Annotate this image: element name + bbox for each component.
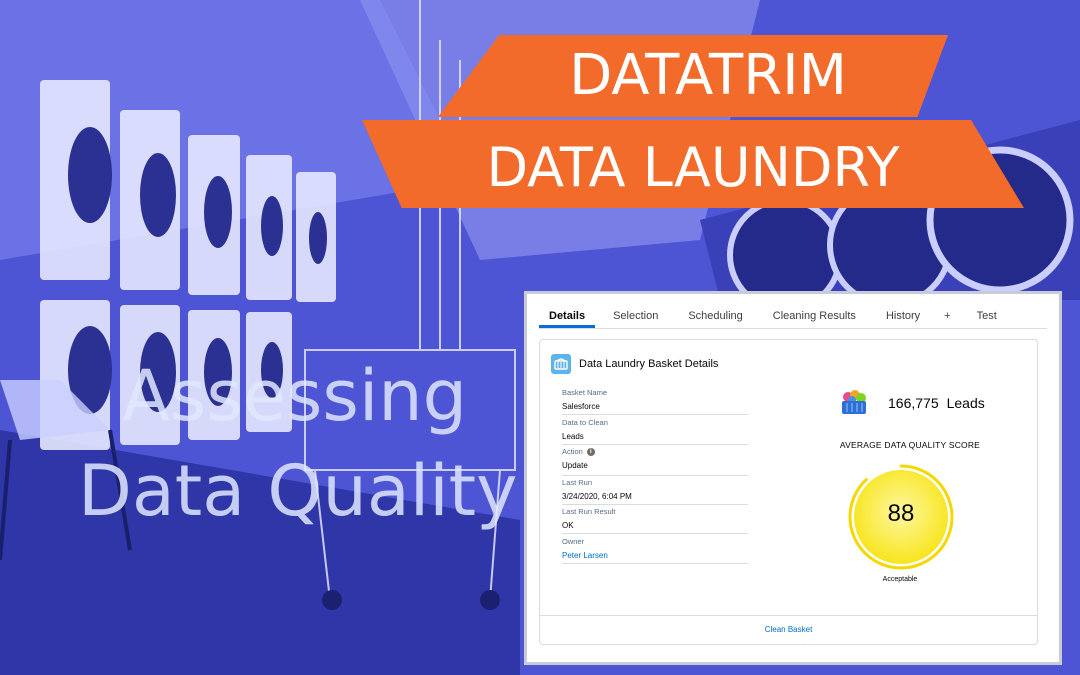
field-data-to-clean: Data to Clean Leads xyxy=(562,418,748,445)
field-label: Basket Name xyxy=(562,388,608,397)
field-basket-name: Basket Name Salesforce xyxy=(562,388,748,415)
tab-cleaning-results[interactable]: Cleaning Results xyxy=(763,308,866,328)
field-owner: Owner Peter Larsen xyxy=(562,537,748,564)
field-label: Data to Clean xyxy=(562,418,608,427)
card-header: Data Laundry Basket Details xyxy=(551,354,718,374)
clean-basket-button[interactable]: Clean Basket xyxy=(765,625,813,634)
info-icon[interactable]: i xyxy=(586,448,595,456)
title-banner-top: DATATRIM xyxy=(438,35,948,117)
field-last-run: Last Run 3/24/2020, 6:04 PM xyxy=(562,478,748,505)
tab-test[interactable]: Test xyxy=(967,308,1007,328)
field-label: Last Run Result xyxy=(562,507,616,516)
field-last-run-result: Last Run Result OK xyxy=(562,507,748,534)
field-value: Salesforce xyxy=(562,402,600,411)
card-footer: Clean Basket xyxy=(540,615,1037,644)
lead-count: 166,775 xyxy=(888,395,939,411)
tab-add[interactable]: + xyxy=(934,308,960,328)
field-value: OK xyxy=(562,521,574,530)
basket-details-card: Data Laundry Basket Details Basket Name … xyxy=(539,339,1038,645)
headline-line-1: Assessing xyxy=(122,355,468,437)
score-value: 88 xyxy=(887,500,915,527)
field-value: Update xyxy=(562,461,588,470)
field-label: Last Run xyxy=(562,478,593,487)
score-rating: Acceptable xyxy=(882,576,918,583)
score-heading: AVERAGE DATA QUALITY SCORE xyxy=(839,440,981,450)
field-label: Action xyxy=(562,447,583,456)
field-value: 3/24/2020, 6:04 PM xyxy=(562,492,632,501)
field-action: Action i Update xyxy=(562,447,748,476)
field-label-row: Action i xyxy=(562,447,748,457)
card-title: Data Laundry Basket Details xyxy=(579,358,719,370)
colorful-basket-icon xyxy=(842,390,866,414)
banner-line-2: DATA LAUNDRY xyxy=(486,136,900,199)
field-value: Leads xyxy=(562,432,584,441)
quality-score-gauge: 88 xyxy=(846,462,956,572)
record-count: 166,775 Leads xyxy=(838,390,985,416)
field-label: Owner xyxy=(562,537,585,546)
lead-unit: Leads xyxy=(946,395,985,411)
basket-icon xyxy=(551,354,571,374)
tab-selection[interactable]: Selection xyxy=(603,308,668,328)
tab-scheduling[interactable]: Scheduling xyxy=(678,308,752,328)
banner-line-1: DATATRIM xyxy=(569,43,847,108)
record-tabs: Details Selection Scheduling Cleaning Re… xyxy=(539,308,1047,329)
tab-history[interactable]: History xyxy=(876,308,930,328)
tab-details[interactable]: Details xyxy=(539,308,596,328)
owner-link[interactable]: Peter Larsen xyxy=(562,550,748,562)
headline-line-2: Data Quality xyxy=(78,450,518,532)
basket-record-panel: Details Selection Scheduling Cleaning Re… xyxy=(524,291,1062,665)
title-banner-bottom: DATA LAUNDRY xyxy=(362,120,1024,208)
